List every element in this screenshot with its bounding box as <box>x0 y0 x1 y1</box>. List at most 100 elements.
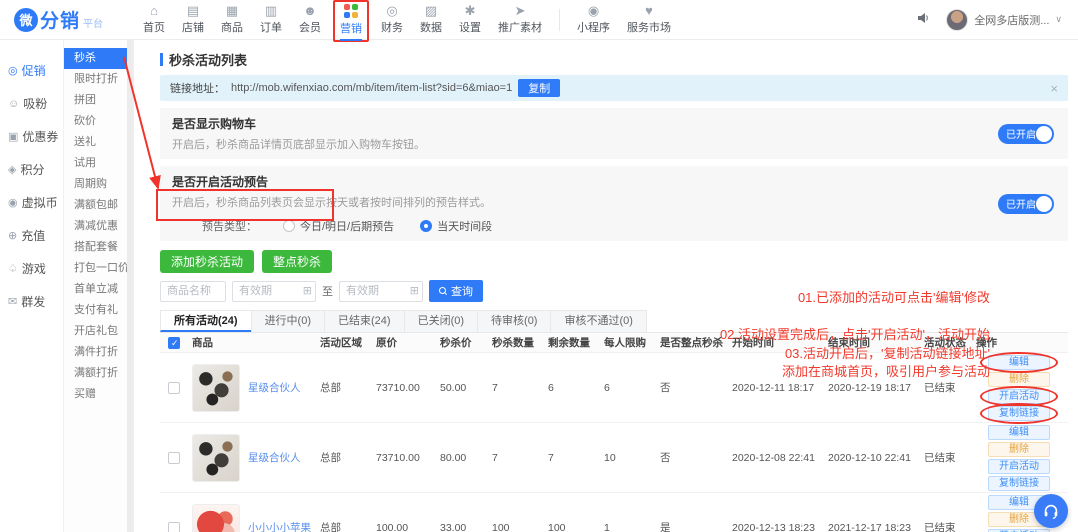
speaker-icon[interactable] <box>916 11 930 28</box>
submenu-item-buy-gift[interactable]: 买赠 <box>64 384 133 405</box>
submenu-item-bundle[interactable]: 搭配套餐 <box>64 237 133 258</box>
nav-item-marketing[interactable]: 营销 <box>333 0 369 42</box>
submenu-item-free-shipping[interactable]: 满额包邮 <box>64 195 133 216</box>
copy-link-button[interactable]: 复制链接 <box>988 476 1050 491</box>
copy-link-button[interactable]: 复制 <box>518 79 560 97</box>
coupon-icon: ▣ <box>8 130 18 143</box>
submenu-item-amount-discount[interactable]: 满额打折 <box>64 363 133 384</box>
logo-suffix: 平台 <box>83 15 103 30</box>
submenu-item-time-discount[interactable]: 限时打折 <box>64 69 133 90</box>
product-name-link[interactable]: 小小小小苹果 <box>248 520 311 532</box>
table-row: 小小小小苹果 总部 100.00 33.00 100 100 1 是 2020-… <box>160 493 1068 532</box>
tab-all-activities[interactable]: 所有活动(24) <box>160 310 251 332</box>
product-name-link[interactable]: 星级合伙人 <box>248 380 301 395</box>
service-market-icon: ♥ <box>645 4 653 17</box>
tab-closed[interactable]: 已关闭(0) <box>404 310 477 332</box>
row-checkbox[interactable] <box>168 382 180 394</box>
sidebar-item-fans[interactable]: ☺吸粉 <box>0 87 63 120</box>
submenu-scrollbar[interactable] <box>127 40 133 532</box>
radio-same-day[interactable]: 当天时间段 <box>420 218 492 234</box>
submenu-item-package-price[interactable]: 打包一口价 <box>64 258 133 279</box>
nav-item-home[interactable]: ⌂首页 <box>143 4 165 35</box>
edit-button[interactable]: 编辑 <box>988 355 1050 370</box>
submenu-item-first-order[interactable]: 首单立减 <box>64 279 133 300</box>
sidebar-item-broadcast[interactable]: ✉群发 <box>0 285 63 318</box>
copy-link-button[interactable]: 复制链接 <box>988 406 1050 421</box>
nav-item-service-market[interactable]: ♥服务市场 <box>627 4 671 35</box>
product-name-link[interactable]: 星级合伙人 <box>248 450 301 465</box>
submenu-item-full-discount[interactable]: 满减优惠 <box>64 216 133 237</box>
promotion-icon: ◎ <box>8 64 18 77</box>
nav-item-miniprogram[interactable]: ◉小程序 <box>577 4 610 35</box>
edit-button[interactable]: 编辑 <box>988 425 1050 440</box>
miniprogram-icon: ◉ <box>588 4 599 17</box>
nav-item-store[interactable]: ▤店铺 <box>182 4 204 35</box>
nav-item-data[interactable]: ▨数据 <box>420 4 442 35</box>
main-content: 秒杀活动列表 链接地址： http://mob.wifenxiao.com/mb… <box>150 40 1078 532</box>
setting-desc: 开启后，秒杀商品详情页底部显示加入购物车按钮。 <box>172 136 1056 152</box>
date-end-wrap: ⊞ <box>339 281 423 302</box>
submenu-item-group-buy[interactable]: 拼团 <box>64 90 133 111</box>
nav-item-goods[interactable]: ▦商品 <box>221 4 243 35</box>
submenu-item-pay-gift[interactable]: 支付有礼 <box>64 300 133 321</box>
row-checkbox[interactable] <box>168 522 180 532</box>
activity-link-banner: 链接地址： http://mob.wifenxiao.com/mb/item/i… <box>160 75 1068 101</box>
delete-button[interactable]: 删除 <box>988 442 1050 457</box>
submenu-item-gift[interactable]: 送礼 <box>64 132 133 153</box>
account-menu[interactable]: 全网多店版测... ∨ <box>946 9 1062 31</box>
radio-icon <box>283 220 295 232</box>
setting-desc: 开启后，秒杀商品列表页会显示按天或者按时间排列的预告样式。 <box>172 194 1056 210</box>
nav-item-promo-material[interactable]: ➤推广素材 <box>498 4 542 35</box>
sidebar-item-coupon[interactable]: ▣优惠券 <box>0 120 63 153</box>
product-name-input[interactable] <box>160 281 226 302</box>
preview-toggle-on[interactable]: 已开启 <box>998 194 1054 214</box>
search-bar: ⊞ 至 ⊞ 查询 <box>160 280 1068 302</box>
tab-review-rejected[interactable]: 审核不通过(0) <box>550 310 646 332</box>
start-activity-button[interactable]: 开启活动 <box>988 459 1050 474</box>
radio-daily-preview[interactable]: 今日/明日/后期预告 <box>283 218 394 234</box>
delete-button[interactable]: 删除 <box>988 372 1050 387</box>
points-icon: ◈ <box>8 163 16 176</box>
submenu-item-seckill[interactable]: 秒杀 <box>64 48 133 69</box>
fans-icon: ☺ <box>8 98 19 110</box>
nav-item-settings[interactable]: ✱设置 <box>459 4 481 35</box>
app-logo[interactable]: 微 分销 平台 <box>0 6 121 33</box>
nav-item-orders[interactable]: ▥订单 <box>260 4 282 35</box>
product-image <box>192 504 240 532</box>
coin-icon: ◉ <box>8 196 18 209</box>
finance-icon: ◎ <box>386 4 397 17</box>
start-activity-button[interactable]: 开启活动 <box>988 529 1050 532</box>
avatar <box>946 9 968 31</box>
start-activity-button[interactable]: 开启活动 <box>988 389 1050 404</box>
hourly-seckill-button[interactable]: 整点秒杀 <box>262 250 332 273</box>
customer-service-button[interactable] <box>1034 494 1068 528</box>
submenu-item-shop-gift[interactable]: 开店礼包 <box>64 321 133 342</box>
date-to-label: 至 <box>322 283 333 299</box>
sidebar-item-games[interactable]: ♤游戏 <box>0 252 63 285</box>
cart-toggle-on[interactable]: 已开启 <box>998 124 1054 144</box>
sidebar-item-points[interactable]: ◈积分 <box>0 153 63 186</box>
status-tabs: 所有活动(24) 进行中(0) 已结束(24) 已关闭(0) 待审核(0) 审核… <box>160 310 1068 333</box>
tab-ended[interactable]: 已结束(24) <box>324 310 404 332</box>
add-seckill-button[interactable]: 添加秒杀活动 <box>160 250 254 273</box>
sidebar-item-promotion[interactable]: ◎促销 <box>0 54 63 87</box>
nav-item-finance[interactable]: ◎财务 <box>381 4 403 35</box>
search-icon <box>439 287 447 295</box>
goods-icon: ▦ <box>226 4 238 17</box>
search-button[interactable]: 查询 <box>429 280 483 302</box>
submenu-item-trial[interactable]: 试用 <box>64 153 133 174</box>
sidebar-item-virtual-coin[interactable]: ◉虚拟币 <box>0 186 63 219</box>
submenu-item-subscription[interactable]: 周期购 <box>64 174 133 195</box>
row-checkbox[interactable] <box>168 452 180 464</box>
setting-activity-preview: 是否开启活动预告 开启后，秒杀商品列表页会显示按天或者按时间排列的预告样式。 预… <box>160 166 1068 241</box>
nav-item-members[interactable]: ☻会员 <box>299 4 321 35</box>
row-actions: 编辑 删除 开启活动 复制链接 <box>976 355 1066 421</box>
submenu-item-bargain[interactable]: 砍价 <box>64 111 133 132</box>
sidebar-item-recharge[interactable]: ⊕充值 <box>0 219 63 252</box>
status-badge: 已结束 <box>924 380 976 395</box>
tab-in-progress[interactable]: 进行中(0) <box>251 310 324 332</box>
tab-pending-review[interactable]: 待审核(0) <box>477 310 550 332</box>
submenu-item-qty-discount[interactable]: 满件打折 <box>64 342 133 363</box>
select-all-checkbox[interactable] <box>168 337 180 349</box>
close-icon[interactable]: × <box>1050 81 1058 96</box>
